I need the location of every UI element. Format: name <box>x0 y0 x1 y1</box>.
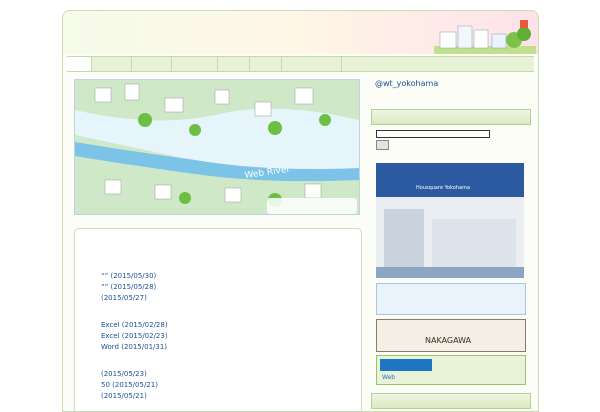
news-heading-2[interactable] <box>91 310 151 319</box>
page-container: Web River “” (2015/05/30) “” (2015/05/28… <box>62 10 539 412</box>
nav-item-6[interactable] <box>249 57 282 71</box>
search-heading <box>371 109 531 125</box>
news-section: “” (2015/05/30) “” (2015/05/28) (2015/05… <box>74 228 362 411</box>
ad-title <box>382 360 422 370</box>
cafe-name-latin: NAKAGAWA <box>425 336 472 345</box>
site-logo[interactable] <box>70 23 150 36</box>
nav-item-4[interactable] <box>171 57 218 71</box>
cafe-banner[interactable]: NAKAGAWA <box>376 319 526 352</box>
news-link-1-2[interactable]: “” (2015/05/28) <box>101 283 201 292</box>
site-tagline <box>71 39 191 48</box>
town-illustration-icon <box>434 20 536 54</box>
housequare-title <box>379 169 439 182</box>
news-heading-3[interactable] <box>91 359 151 368</box>
site-header <box>63 11 538 54</box>
ad-subtitle: Web <box>382 374 396 381</box>
sidebar-bottom-heading <box>371 393 531 409</box>
center-navi-text <box>381 293 421 302</box>
news-title <box>83 237 113 248</box>
hero-map: Web River <box>74 79 360 215</box>
ad-banner[interactable]: Web <box>376 355 526 385</box>
nav-item-home[interactable] <box>67 57 92 71</box>
nav-item-3[interactable] <box>131 57 172 71</box>
twitter-link[interactable]: @wt_yokohama <box>375 79 455 89</box>
search-button[interactable] <box>376 140 389 150</box>
housequare-banner[interactable]: Housquare Yokohama <box>376 163 524 278</box>
news-link-3-1[interactable]: (2015/05/23) <box>101 370 201 379</box>
news-link-2-1[interactable]: Excel (2015/02/28) <box>101 321 201 330</box>
nav-item-2[interactable] <box>91 57 132 71</box>
nav-item-7[interactable] <box>281 57 342 71</box>
news-link-2-3[interactable]: Word (2015/01/31) <box>101 343 201 352</box>
news-link-3-2[interactable]: 50 (2015/05/21) <box>101 381 201 390</box>
news-link-2-2[interactable]: Excel (2015/02/23) <box>101 332 201 341</box>
main-navigation <box>67 56 534 72</box>
housequare-subtitle: Housquare Yokohama <box>416 185 471 191</box>
cafe-name <box>425 324 465 334</box>
sidebar: @wt_yokohama Housquare Yokohama NAKAGAWA… <box>371 73 531 411</box>
center-navi-banner[interactable] <box>376 283 526 315</box>
nav-item-5[interactable] <box>217 57 250 71</box>
news-link-1-3[interactable]: (2015/05/27) <box>101 294 201 303</box>
search-input[interactable] <box>376 130 490 138</box>
town-map-illustration: Web River <box>75 80 359 214</box>
news-heading-1[interactable] <box>91 261 151 270</box>
news-link-1-1[interactable]: “” (2015/05/30) <box>101 272 201 281</box>
